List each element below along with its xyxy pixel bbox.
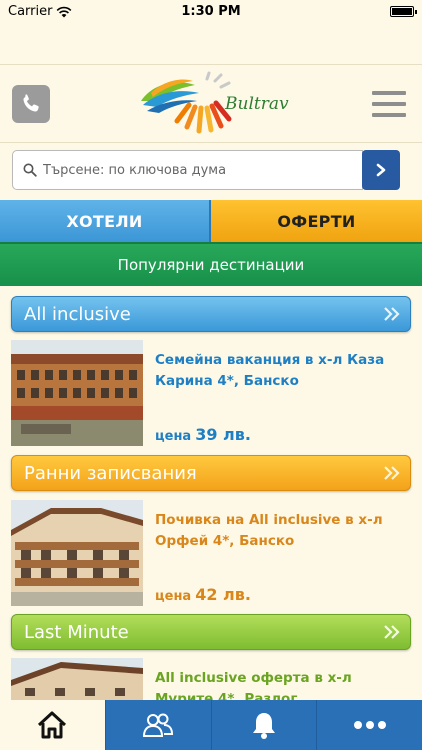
search-submit-button[interactable] [362,150,400,190]
hotel-photo [11,500,143,606]
hotel-photo [11,658,143,700]
category-title: All inclusive [24,303,131,325]
tab-hotels[interactable]: ХОТЕЛИ [0,200,211,242]
search-area [0,142,422,200]
offer-title: Семейна ваканция в х-л Каза Карина 4*, Б… [155,352,385,389]
chevron-right-icon [376,163,386,177]
price-amount: 39 лв. [195,425,251,444]
bell-icon [252,713,275,739]
price-label: цена [155,429,192,444]
price-amount: 42 лв. [195,585,251,604]
offer-price: цена 39 лв. [155,425,251,444]
popular-destinations-button[interactable]: Популярни дестинации [0,242,422,286]
offer-card[interactable]: Почивка на All inclusive в х-л Орфей 4*,… [11,500,411,612]
search-field [12,150,363,190]
price-label: цена [155,589,192,604]
category-title: Last Minute [24,621,129,643]
logo-text: Bultravel [224,94,289,114]
tab-more[interactable] [317,700,422,750]
clock: 1:30 PM [181,4,241,19]
users-icon [143,713,174,737]
tab-notifications[interactable] [212,700,318,750]
main-tabs: ХОТЕЛИ ОФЕРТИ [0,200,422,242]
bultravel-logo[interactable]: Bultravel [133,71,304,135]
call-button[interactable] [12,85,50,123]
app-header: Bultravel [0,64,422,142]
tab-users[interactable] [106,700,212,750]
category-last-minute[interactable]: Last Minute [11,614,411,650]
category-all-inclusive[interactable]: All inclusive [11,296,411,332]
phone-icon [23,94,39,112]
double-chevron-right-icon [384,625,400,639]
hamburger-menu-button[interactable] [372,91,406,117]
offer-card[interactable]: Семейна ваканция в х-л Каза Карина 4*, Б… [11,340,411,452]
status-bar: Carrier 1:30 PM [0,0,422,22]
home-icon [38,711,67,739]
double-chevron-right-icon [384,466,400,480]
tab-offers[interactable]: ОФЕРТИ [211,200,422,242]
category-early-booking[interactable]: Ранни записвания [11,455,411,491]
more-icon [353,721,386,729]
search-input[interactable] [43,162,343,178]
menu-line [372,91,406,95]
tab-home[interactable] [0,700,106,750]
battery-icon [390,6,417,17]
menu-line [372,113,406,117]
menu-line [372,102,406,106]
category-title: Ранни записвания [24,462,197,484]
search-icon [23,163,37,177]
bottom-tab-bar [0,700,422,750]
offer-title: Почивка на All inclusive в х-л Орфей 4*,… [155,512,383,549]
double-chevron-right-icon [384,307,400,321]
offer-price: цена 42 лв. [155,585,251,604]
hotel-photo [11,340,143,446]
